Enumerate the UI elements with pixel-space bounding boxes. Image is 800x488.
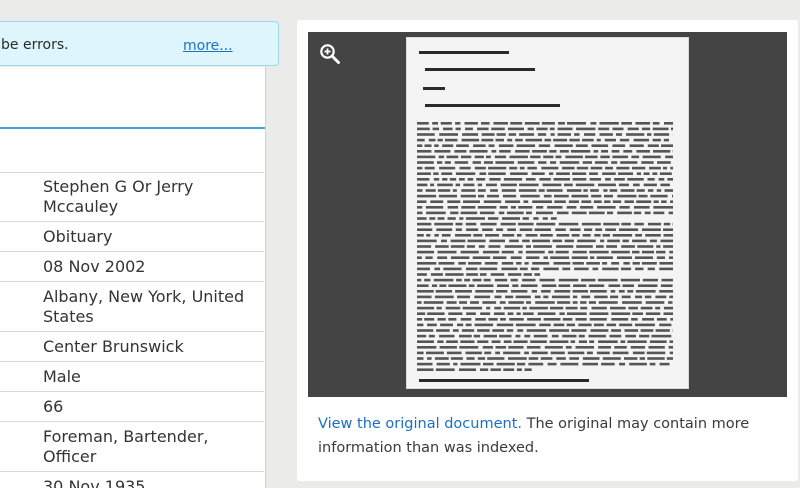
view-original-document-link[interactable]: View the original document.	[318, 416, 522, 432]
zoom-in-icon[interactable]	[318, 42, 342, 66]
record-row-name: Stephen G Or Jerry Mccauley	[0, 172, 264, 222]
record-row-residence: Center Brunswick	[0, 332, 264, 362]
info-notice-banner: be errors. more...	[0, 21, 279, 66]
record-row-occupation: Foreman, Bartender, Officer	[0, 422, 264, 472]
panel-accent-rule	[0, 127, 265, 129]
document-image-panel: View the original document. The original…	[297, 20, 798, 481]
record-value: Center Brunswick	[43, 336, 184, 356]
record-row-event-type: Obituary	[0, 222, 264, 252]
record-row-age: 66	[0, 392, 264, 422]
record-value: Foreman, Bartender, Officer	[43, 426, 209, 466]
document-thumbnail[interactable]	[406, 37, 689, 389]
record-value: Obituary	[43, 226, 113, 246]
record-value: Male	[43, 366, 81, 386]
record-value: 30 Nov 1935	[43, 476, 146, 488]
record-value: Stephen G Or Jerry Mccauley	[43, 177, 194, 216]
record-value: 08 Nov 2002	[43, 256, 146, 276]
record-row-birth-date: 30 Nov 1935	[0, 472, 264, 488]
record-table: Stephen G Or Jerry Mccauley Obituary 08 …	[0, 172, 264, 488]
record-row-gender: Male	[0, 362, 264, 392]
document-viewer[interactable]	[308, 32, 787, 397]
notice-text: be errors.	[1, 37, 69, 53]
record-row-event-date: 08 Nov 2002	[0, 252, 264, 282]
record-row-event-place: Albany, New York, United States	[0, 282, 264, 332]
notice-more-link[interactable]: more...	[183, 38, 233, 54]
record-details-panel: Stephen G Or Jerry Mccauley Obituary 08 …	[0, 67, 266, 488]
record-value: 66	[43, 396, 64, 416]
record-value: Albany, New York, United States	[43, 286, 245, 326]
document-caption: View the original document. The original…	[318, 412, 780, 460]
